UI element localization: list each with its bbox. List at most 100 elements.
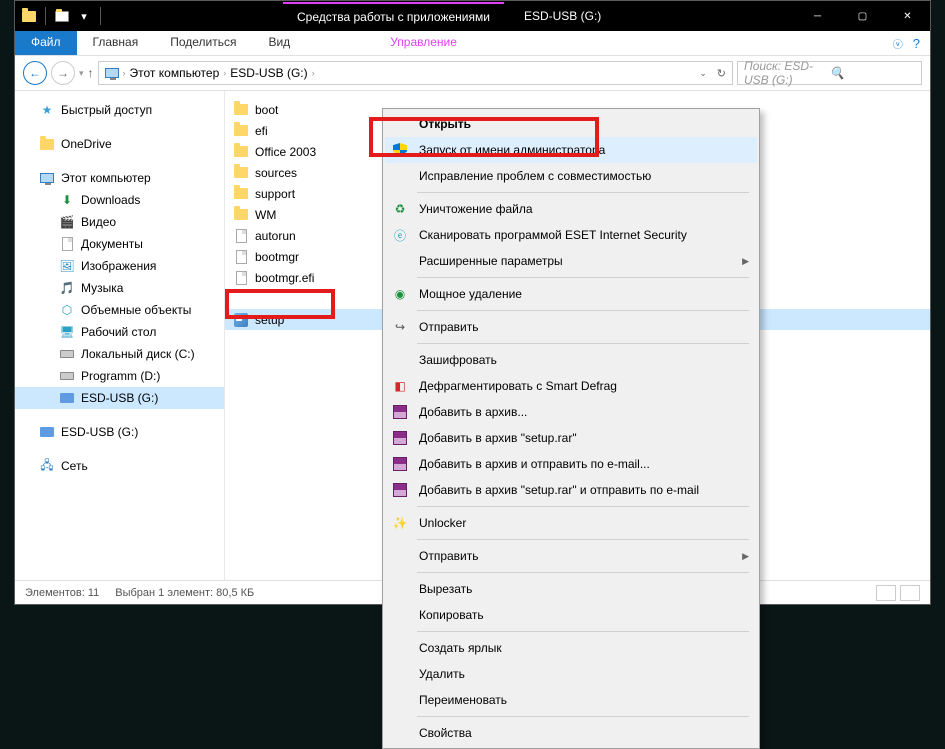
window-title: ESD-USB (G:) (524, 9, 601, 23)
sidebar-esd-usb-2[interactable]: ESD-USB (G:) (15, 421, 224, 443)
nav-back-button[interactable]: ← (23, 61, 47, 85)
minimize-button[interactable]: ─ (795, 1, 840, 31)
sidebar-images[interactable]: 🖼Изображения (15, 255, 224, 277)
breadcrumb-current[interactable]: ESD-USB (G:) (230, 66, 307, 80)
ribbon-expand-icon[interactable]: ⓥ (893, 36, 903, 51)
rar-icon (391, 403, 409, 421)
context-menu: Открыть Запуск от имени администратора И… (382, 108, 760, 749)
cm-add-setup-rar[interactable]: Добавить в архив "setup.rar" (385, 425, 757, 451)
video-icon: 🎬 (59, 214, 75, 230)
addressbar: ← → ▾ ↑ › Этот компьютер › ESD-USB (G:) … (15, 56, 930, 91)
cm-cut[interactable]: Вырезать (385, 576, 757, 602)
ribbon-share-tab[interactable]: Поделиться (154, 31, 252, 55)
sidebar-esd-usb[interactable]: ESD-USB (G:) (15, 387, 224, 409)
status-selection: Выбран 1 элемент: 80,5 КБ (115, 587, 254, 599)
sidebar-3d-objects[interactable]: ⬡Объемные объекты (15, 299, 224, 321)
cm-encrypt[interactable]: Зашифровать (385, 347, 757, 373)
sidebar-this-pc[interactable]: Этот компьютер (15, 167, 224, 189)
cm-eset-scan[interactable]: ⓔСканировать программой ESET Internet Se… (385, 222, 757, 248)
qa-new-folder-icon[interactable] (54, 8, 70, 24)
ribbon-file-tab[interactable]: Файл (15, 31, 77, 55)
recycle-icon: ♻ (391, 200, 409, 218)
close-button[interactable]: ✕ (885, 1, 930, 31)
cm-compat[interactable]: Исправление проблем с совместимостью (385, 163, 757, 189)
sidebar-programm-drive[interactable]: Programm (D:) (15, 365, 224, 387)
search-placeholder: Поиск: ESD-USB (G:) (744, 59, 830, 87)
nav-up-button[interactable]: ↑ (88, 66, 94, 80)
sidebar-quick-access[interactable]: ★Быстрый доступ (15, 99, 224, 121)
chevron-right-icon: ▶ (742, 256, 749, 267)
rar-icon (391, 455, 409, 473)
defrag-icon: ◧ (391, 377, 409, 395)
wand-icon: ✨ (391, 514, 409, 532)
config-icon (233, 228, 249, 244)
cm-copy[interactable]: Копировать (385, 602, 757, 628)
pc-icon (39, 170, 55, 186)
search-icon: 🔍 (830, 66, 916, 80)
qa-properties-icon[interactable]: ▾ (76, 8, 92, 24)
contextual-tab: Средства работы с приложениями (283, 2, 504, 30)
folder-icon (233, 186, 249, 202)
ribbon-home-tab[interactable]: Главная (77, 31, 155, 55)
sidebar-network[interactable]: 🖧Сеть (15, 455, 224, 477)
titlebar: ▾ Средства работы с приложениями ESD-USB… (15, 1, 930, 31)
shield-icon (391, 141, 409, 159)
sidebar-onedrive[interactable]: OneDrive (15, 133, 224, 155)
sidebar-documents[interactable]: Документы (15, 233, 224, 255)
rar-icon (391, 429, 409, 447)
cm-rename[interactable]: Переименовать (385, 687, 757, 713)
nav-forward-button[interactable]: → (51, 61, 75, 85)
cm-ext-params[interactable]: Расширенные параметры▶ (385, 248, 757, 274)
navigation-pane: ★Быстрый доступ OneDrive Этот компьютер … (15, 91, 225, 580)
cm-powerful-delete[interactable]: ◉Мощное удаление (385, 281, 757, 307)
cm-defrag[interactable]: ◧Дефрагментировать с Smart Defrag (385, 373, 757, 399)
file-icon (233, 249, 249, 265)
rar-icon (391, 481, 409, 499)
cm-add-archive[interactable]: Добавить в архив... (385, 399, 757, 425)
image-icon: 🖼 (59, 258, 75, 274)
cm-run-as-admin[interactable]: Запуск от имени администратора (385, 137, 757, 163)
cm-open[interactable]: Открыть (385, 111, 757, 137)
cube-icon: ⬡ (59, 302, 75, 318)
pc-icon (105, 68, 119, 78)
sidebar-local-disk[interactable]: Локальный диск (C:) (15, 343, 224, 365)
cm-destroy[interactable]: ♻Уничтожение файла (385, 196, 757, 222)
nav-history-icon[interactable]: ▾ (79, 68, 84, 79)
file-icon (233, 270, 249, 286)
cm-properties[interactable]: Свойства (385, 720, 757, 746)
view-icons-button[interactable] (900, 585, 920, 601)
folder-icon (233, 207, 249, 223)
cm-add-email[interactable]: Добавить в архив и отправить по e-mail..… (385, 451, 757, 477)
drive-icon (59, 346, 75, 362)
sidebar-music[interactable]: 🎵Музыка (15, 277, 224, 299)
cm-send-to[interactable]: ↪Отправить (385, 314, 757, 340)
sidebar-video[interactable]: 🎬Видео (15, 211, 224, 233)
breadcrumb[interactable]: › Этот компьютер › ESD-USB (G:) › ⌄ ↻ (98, 61, 733, 85)
usb-icon (59, 390, 75, 406)
cm-send-to-2[interactable]: Отправить▶ (385, 543, 757, 569)
download-icon: ⬇ (59, 192, 75, 208)
breadcrumb-root[interactable]: Этот компьютер (130, 66, 220, 80)
sidebar-downloads[interactable]: ⬇Downloads (15, 189, 224, 211)
cloud-icon (39, 136, 55, 152)
iobit-icon: ◉ (391, 285, 409, 303)
cm-delete[interactable]: Удалить (385, 661, 757, 687)
search-input[interactable]: Поиск: ESD-USB (G:) 🔍 (737, 61, 922, 85)
usb-icon (39, 424, 55, 440)
ribbon-manage-tab[interactable]: Управление (374, 31, 473, 55)
drive-icon (59, 368, 75, 384)
folder-icon (233, 102, 249, 118)
document-icon (59, 236, 75, 252)
maximize-button[interactable]: ▢ (840, 1, 885, 31)
view-details-button[interactable] (876, 585, 896, 601)
sidebar-desktop[interactable]: 🖥Рабочий стол (15, 321, 224, 343)
folder-icon (233, 144, 249, 160)
cm-unlocker[interactable]: ✨Unlocker (385, 510, 757, 536)
network-icon: 🖧 (39, 458, 55, 474)
ribbon-help-icon[interactable]: ? (913, 36, 920, 51)
music-icon: 🎵 (59, 280, 75, 296)
cm-add-setup-email[interactable]: Добавить в архив "setup.rar" и отправить… (385, 477, 757, 503)
ribbon: Файл Главная Поделиться Вид Управление ⓥ… (15, 31, 930, 56)
ribbon-view-tab[interactable]: Вид (252, 31, 306, 55)
cm-shortcut[interactable]: Создать ярлык (385, 635, 757, 661)
